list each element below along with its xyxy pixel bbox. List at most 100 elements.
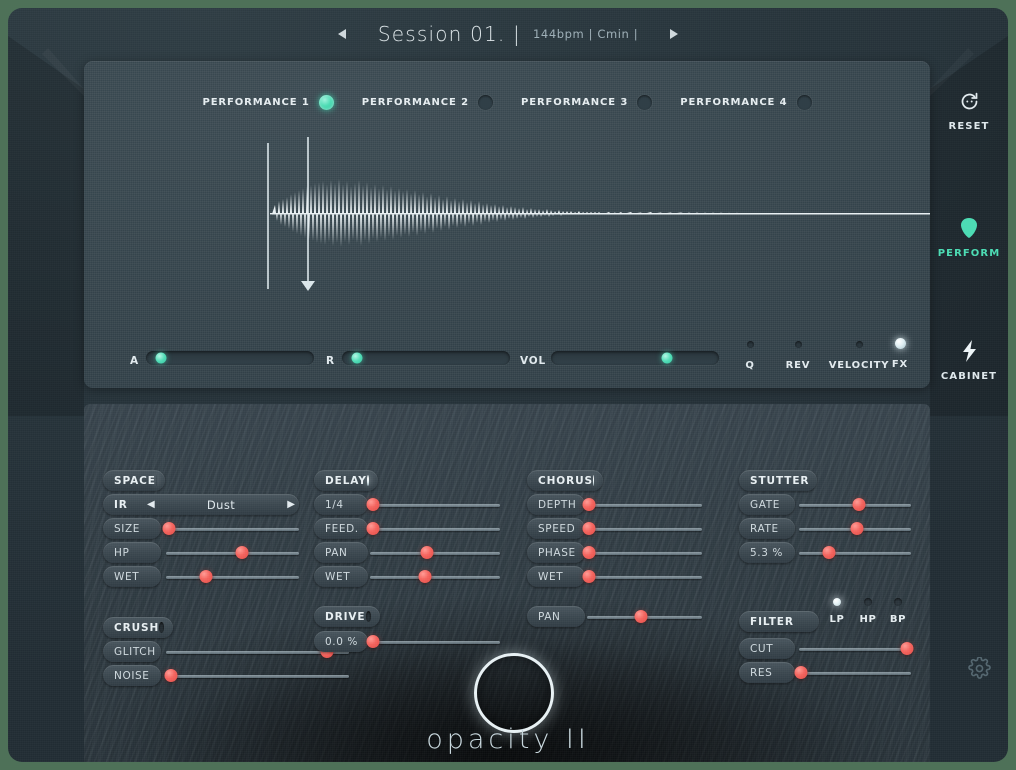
filter-res-label-pill[interactable]: RES — [739, 662, 795, 683]
waveform-display[interactable] — [84, 131, 930, 366]
space-toggle[interactable]: SPACE — [103, 470, 165, 491]
crush-toggle[interactable]: CRUSH — [103, 617, 173, 638]
stutter-mix-slider[interactable] — [799, 546, 911, 560]
crush-noise-label-pill[interactable]: NOISE — [103, 665, 161, 686]
release-knob[interactable] — [351, 352, 363, 364]
hp-led[interactable] — [864, 598, 872, 606]
chorus-phase-knob[interactable] — [582, 546, 596, 559]
velocity-led[interactable] — [855, 341, 863, 348]
chorus-phase-slider[interactable] — [582, 546, 702, 560]
rail-item-reset[interactable]: RESET — [930, 88, 1008, 132]
delay-feed-slider[interactable] — [366, 522, 500, 536]
delay-feed-label-pill[interactable]: FEED. — [314, 518, 368, 539]
chorus-toggle[interactable]: CHORUS — [527, 470, 603, 491]
attack-slider[interactable] — [146, 351, 314, 365]
rail-item-cabinet[interactable]: CABINET — [930, 338, 1008, 382]
performance-tab-1[interactable]: PERFORMANCE 1 — [202, 95, 334, 110]
rail-item-perform[interactable]: PERFORM — [930, 215, 1008, 259]
ir-prev-button[interactable]: ◀ — [147, 499, 155, 510]
stutter-rate-slider[interactable] — [799, 522, 911, 536]
delay-wet-knob[interactable] — [418, 570, 432, 583]
toggle-fx[interactable]: FX — [886, 338, 914, 370]
delay-pan-knob[interactable] — [420, 546, 434, 559]
performance-tab-2[interactable]: PERFORMANCE 2 — [362, 95, 493, 110]
stutter-gate-slider[interactable] — [799, 498, 911, 512]
delay-time-label-pill[interactable]: 1/4 — [314, 494, 368, 515]
chorus-wet-label-pill[interactable]: WET — [527, 566, 585, 587]
toggle-velocity[interactable]: VELOCITY — [828, 341, 890, 371]
chorus-speed-knob[interactable] — [582, 522, 596, 535]
chorus-pan-label-pill[interactable]: PAN — [527, 606, 585, 627]
filter-mode-hp[interactable]: HP — [853, 598, 883, 625]
chorus-pan-knob[interactable] — [634, 610, 648, 623]
filter-mode-lp[interactable]: LP — [822, 598, 852, 625]
chorus-wet-slider[interactable] — [582, 570, 702, 584]
space-wet-knob[interactable] — [199, 570, 213, 583]
volume-knob[interactable] — [661, 352, 673, 364]
next-session-button[interactable] — [660, 21, 686, 47]
drive-amount-label-pill[interactable]: 0.0 % — [314, 631, 368, 652]
attack-knob[interactable] — [155, 352, 167, 364]
chorus-wet-knob[interactable] — [582, 570, 596, 583]
ir-next-button[interactable]: ▶ — [287, 499, 295, 510]
toggle-rev[interactable]: REV — [780, 341, 816, 371]
delay-toggle[interactable]: DELAY — [314, 470, 378, 491]
filter-cut-slider[interactable] — [799, 642, 914, 656]
crush-glitch-label-pill[interactable]: GLITCH — [103, 641, 161, 662]
chorus-phase-label-pill[interactable]: PHASE — [527, 542, 585, 563]
performance-tab-3[interactable]: PERFORMANCE 3 — [521, 95, 653, 110]
space-wet-slider[interactable] — [166, 570, 299, 584]
stutter-rate-knob[interactable] — [850, 522, 864, 535]
space-size-slider[interactable] — [162, 522, 299, 536]
lp-led[interactable] — [833, 598, 841, 606]
filter-mode-bp[interactable]: BP — [883, 598, 913, 625]
delay-led[interactable] — [366, 475, 369, 486]
settings-button[interactable] — [964, 653, 994, 683]
chorus-speed-label-pill[interactable]: SPEED — [527, 518, 585, 539]
drive-led[interactable] — [365, 611, 371, 622]
delay-time-slider[interactable] — [366, 498, 500, 512]
volume-slider[interactable] — [551, 351, 719, 365]
filter-toggle[interactable]: FILTER — [739, 611, 819, 632]
performance-led-2[interactable] — [478, 95, 493, 110]
stutter-rate-label-pill[interactable]: RATE — [739, 518, 795, 539]
stutter-toggle[interactable]: STUTTER — [739, 470, 817, 491]
drive-toggle[interactable]: DRIVE — [314, 606, 380, 627]
q-led[interactable] — [746, 341, 754, 348]
chorus-depth-label-pill[interactable]: DEPTH — [527, 494, 585, 515]
performance-led-3[interactable] — [637, 95, 653, 110]
performance-led-1[interactable] — [318, 95, 334, 110]
chorus-depth-slider[interactable] — [582, 498, 702, 512]
chorus-led[interactable] — [593, 475, 594, 486]
drive-amount-knob[interactable] — [366, 635, 380, 648]
stutter-gate-label-pill[interactable]: GATE — [739, 494, 795, 515]
delay-wet-label-pill[interactable]: WET — [314, 566, 368, 587]
crush-noise-knob[interactable] — [164, 669, 178, 682]
delay-time-knob[interactable] — [366, 498, 380, 511]
space-hp-slider[interactable] — [166, 546, 299, 560]
stutter-mix-label-pill[interactable]: 5.3 % — [739, 542, 795, 563]
release-slider[interactable] — [342, 351, 510, 365]
crush-led[interactable] — [159, 622, 164, 633]
delay-pan-label-pill[interactable]: PAN — [314, 542, 368, 563]
space-size-label-pill[interactable]: SIZE — [103, 518, 161, 539]
chorus-depth-knob[interactable] — [582, 498, 596, 511]
rev-led[interactable] — [794, 341, 802, 348]
stutter-gate-knob[interactable] — [852, 498, 866, 511]
delay-pan-slider[interactable] — [370, 546, 500, 560]
delay-feed-knob[interactable] — [366, 522, 380, 535]
filter-res-knob[interactable] — [794, 666, 808, 679]
stutter-mix-knob[interactable] — [822, 546, 836, 559]
filter-cut-knob[interactable] — [900, 642, 914, 655]
space-hp-label-pill[interactable]: HP — [103, 542, 161, 563]
chorus-pan-slider[interactable] — [587, 610, 702, 624]
prev-session-button[interactable] — [330, 21, 356, 47]
toggle-q[interactable]: Q — [736, 341, 764, 371]
space-size-knob[interactable] — [162, 522, 176, 535]
drive-amount-slider[interactable] — [366, 635, 500, 649]
space-hp-knob[interactable] — [235, 546, 249, 559]
bp-led[interactable] — [894, 598, 902, 606]
performance-led-4[interactable] — [796, 95, 812, 110]
fx-led[interactable] — [894, 338, 906, 349]
chorus-speed-slider[interactable] — [582, 522, 702, 536]
